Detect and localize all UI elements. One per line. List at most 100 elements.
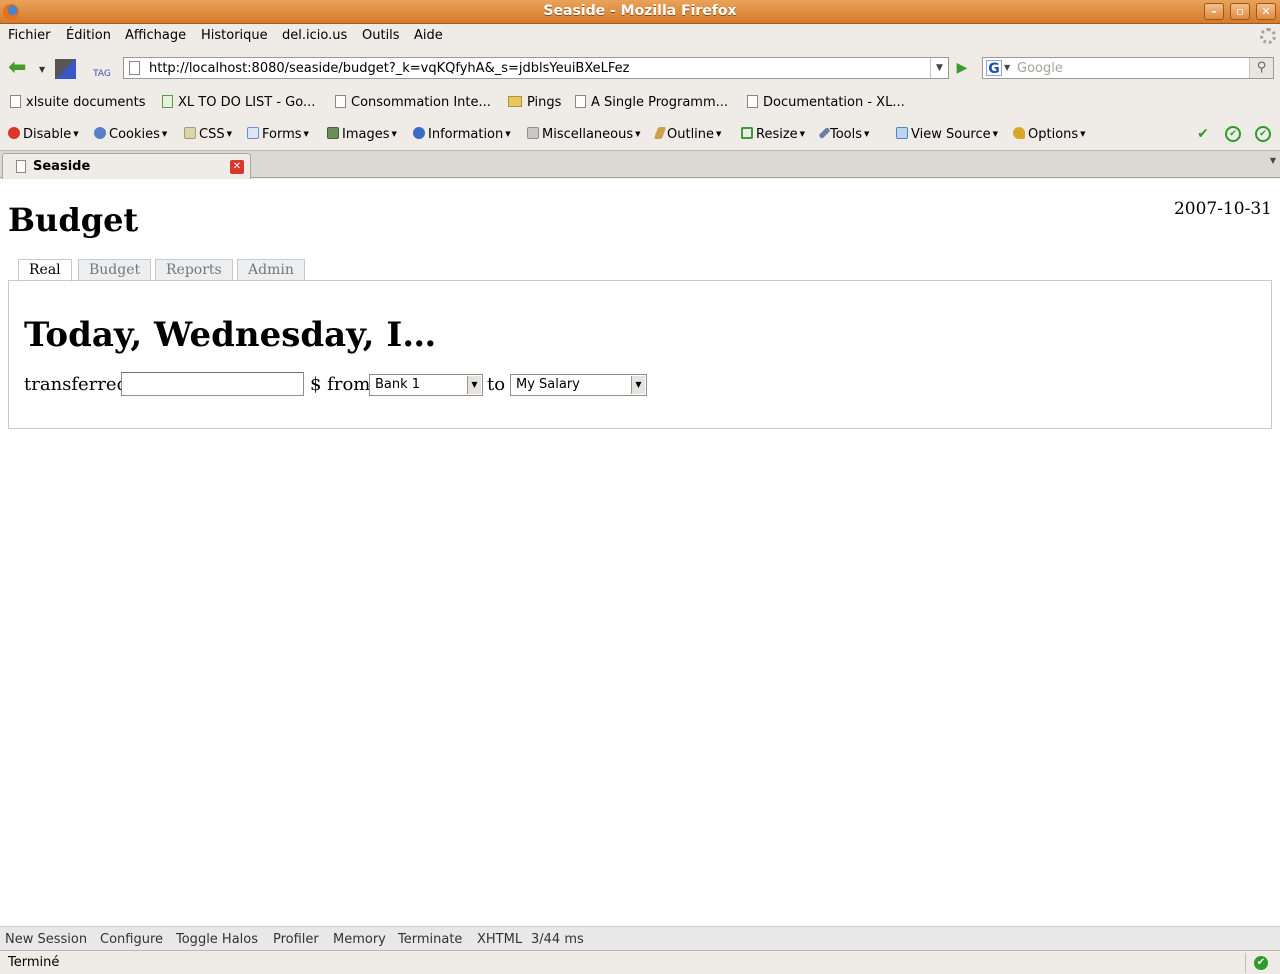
dev-disable-menu[interactable]: Disable ▼ (8, 127, 79, 142)
tab-budget[interactable]: Budget (78, 259, 152, 281)
spreadsheet-icon (162, 95, 173, 108)
new-session-link[interactable]: New Session (5, 932, 87, 947)
current-date: 2007-10-31 (1173, 199, 1272, 219)
page-icon (575, 95, 586, 108)
memory-link[interactable]: Memory (333, 932, 386, 947)
url-dropdown-icon[interactable]: ▼ (930, 58, 948, 78)
menu-aide[interactable]: Aide (414, 28, 443, 43)
transferred-label: transferred (24, 374, 129, 395)
bookmark-item[interactable]: Consommation Inte... (335, 95, 491, 110)
tab-seaside[interactable]: Seaside ✕ (2, 153, 251, 179)
bookmark-manager-icon[interactable] (55, 59, 76, 79)
to-account-select[interactable]: My Salary ▼ (510, 374, 647, 396)
page-icon (747, 95, 758, 108)
tab-admin[interactable]: Admin (237, 259, 305, 281)
page-icon (16, 160, 26, 173)
maximize-button[interactable]: ▫ (1230, 3, 1250, 20)
search-icon[interactable]: ⚲ (1249, 58, 1273, 78)
menu-edition[interactable]: Édition (66, 28, 111, 43)
dev-cookies-menu[interactable]: Cookies ▼ (94, 127, 167, 142)
security-ok-icon[interactable]: ✔ (1254, 956, 1268, 970)
dev-forms-menu[interactable]: Forms ▼ (247, 127, 309, 142)
bookmarks-toolbar: xlsuite documents XL TO DO LIST - Go... … (0, 88, 1280, 118)
configure-link[interactable]: Configure (100, 932, 163, 947)
info-icon (413, 127, 425, 139)
close-tab-icon[interactable]: ✕ (230, 160, 244, 174)
dev-resize-menu[interactable]: Resize ▼ (741, 127, 805, 142)
terminate-link[interactable]: Terminate (398, 932, 462, 947)
to-account-value: My Salary (516, 377, 580, 392)
minimize-button[interactable]: – (1204, 3, 1224, 20)
bookmark-folder[interactable]: Pings (508, 95, 561, 110)
bookmark-item[interactable]: xlsuite documents (10, 95, 146, 110)
tab-list-dropdown-icon[interactable]: ▼ (1270, 156, 1276, 165)
tag-icon[interactable]: TAG (90, 59, 114, 81)
google-engine-icon[interactable]: G (986, 60, 1002, 77)
amount-input[interactable] (121, 372, 304, 396)
status-divider (1245, 953, 1246, 973)
menu-affichage[interactable]: Affichage (125, 28, 186, 43)
url-bar[interactable]: http://localhost:8080/seaside/budget?_k=… (123, 57, 949, 79)
from-label: $ from (310, 374, 371, 395)
history-dropdown-icon[interactable]: ▼ (39, 65, 45, 74)
html-valid-check-icon[interactable]: ✔ (1225, 126, 1241, 142)
dev-view-source-menu[interactable]: View Source ▼ (896, 127, 998, 142)
menu-outils[interactable]: Outils (362, 28, 400, 43)
menu-delicious[interactable]: del.icio.us (282, 28, 347, 43)
page-content: Budget 2007-10-31 Real Budget Reports Ad… (0, 179, 1280, 926)
toggle-halos-link[interactable]: Toggle Halos (176, 932, 258, 947)
status-bar: Terminé ✔ (0, 950, 1280, 974)
window-title: Seaside - Mozilla Firefox (543, 3, 737, 19)
menu-fichier[interactable]: Fichier (8, 28, 51, 43)
cookie-icon (94, 127, 106, 139)
close-window-button[interactable]: ✕ (1256, 3, 1276, 20)
to-label: to (487, 374, 506, 395)
render-time: 3/44 ms (531, 932, 584, 947)
url-text[interactable]: http://localhost:8080/seaside/budget?_k=… (149, 61, 630, 76)
disable-icon (8, 127, 20, 139)
dev-miscellaneous-menu[interactable]: Miscellaneous ▼ (527, 127, 641, 142)
dev-tools-menu[interactable]: Tools ▼ (818, 126, 869, 142)
dev-information-menu[interactable]: Information ▼ (413, 127, 511, 142)
resize-icon (741, 127, 753, 139)
dev-options-menu[interactable]: Options ▼ (1013, 127, 1086, 142)
page-title: Budget (8, 201, 139, 239)
dev-css-menu[interactable]: CSS ▼ (184, 127, 232, 142)
page-icon (335, 95, 346, 108)
menu-bar: Fichier Édition Affichage Historique del… (0, 24, 1280, 48)
page-icon (10, 95, 21, 108)
tab-real[interactable]: Real (18, 259, 72, 282)
seaside-toolbar: New Session Configure Toggle Halos Profi… (0, 926, 1280, 950)
dev-outline-menu[interactable]: Outline ▼ (653, 127, 721, 142)
js-valid-check-icon[interactable]: ✔ (1255, 126, 1271, 142)
tab-reports[interactable]: Reports (155, 259, 233, 281)
bookmark-item[interactable]: Documentation - XL... (747, 95, 905, 110)
from-account-value: Bank 1 (375, 377, 421, 392)
bookmark-item[interactable]: XL TO DO LIST - Go... (162, 95, 315, 110)
folder-icon (508, 96, 522, 107)
dev-images-menu[interactable]: Images ▼ (327, 127, 397, 142)
menu-historique[interactable]: Historique (201, 28, 268, 43)
status-text: Terminé (8, 955, 60, 970)
css-valid-check-icon[interactable]: ✔ (1195, 126, 1211, 142)
profiler-link[interactable]: Profiler (273, 932, 319, 947)
css-icon (184, 127, 196, 139)
throbber-icon (1260, 28, 1276, 44)
go-icon[interactable]: ▶ (951, 58, 973, 78)
outline-icon (653, 127, 667, 139)
xhtml-link[interactable]: XHTML (477, 932, 522, 947)
chevron-down-icon: ▼ (467, 376, 481, 394)
engine-dropdown-icon[interactable]: ▼ (1004, 63, 1010, 72)
web-developer-toolbar: Disable ▼ Cookies ▼ CSS ▼ Forms ▼ Images ▼ In… (0, 120, 1280, 148)
search-box[interactable]: G ▼ Google ⚲ (982, 57, 1274, 79)
back-arrow-icon[interactable]: ⬅ (8, 57, 32, 79)
misc-icon (527, 127, 539, 139)
bookmark-item[interactable]: A Single Programm... (575, 95, 728, 110)
search-placeholder[interactable]: Google (1017, 61, 1063, 76)
from-account-select[interactable]: Bank 1 ▼ (369, 374, 483, 396)
today-heading: Today, Wednesday, I… (24, 315, 437, 355)
real-panel: Today, Wednesday, I… transferred $ from … (8, 280, 1272, 429)
tab-title: Seaside (33, 159, 91, 174)
chevron-down-icon: ▼ (631, 376, 645, 394)
tab-strip: Seaside ✕ (0, 150, 1280, 179)
